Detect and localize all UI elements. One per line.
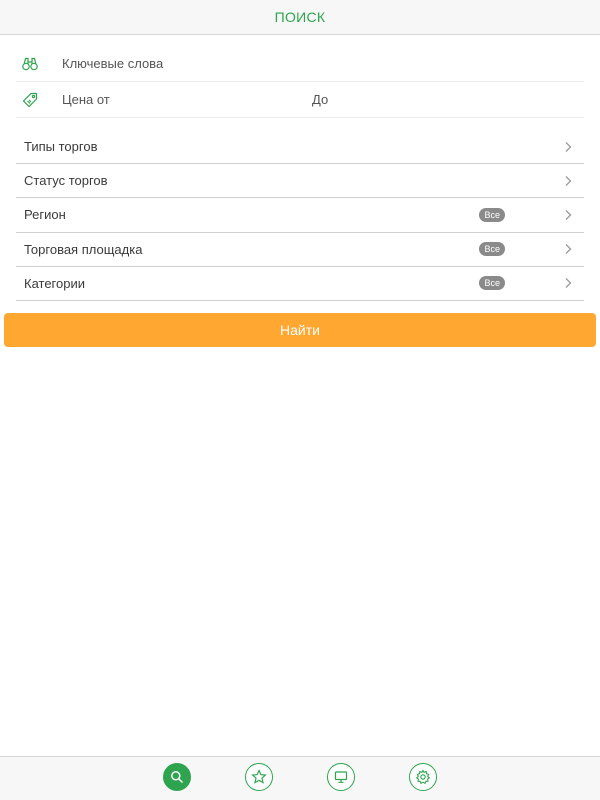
filter-list: Типы торгов Статус торгов Регион Все Тор… [16, 130, 584, 301]
chevron-right-icon [565, 244, 572, 255]
filter-categories[interactable]: Категории Все [16, 267, 584, 301]
top-bar: ПОИСК [0, 0, 600, 35]
price-row [16, 82, 584, 118]
gear-icon [415, 769, 431, 785]
filter-badge: Все [479, 276, 505, 291]
binoculars-icon [16, 54, 46, 74]
search-form [16, 46, 584, 118]
filter-trading-platform[interactable]: Торговая площадка Все [16, 233, 584, 267]
star-icon [251, 769, 267, 784]
filter-label: Категории [24, 275, 85, 291]
filter-label: Статус торгов [24, 173, 108, 189]
chevron-right-icon [565, 141, 572, 152]
filter-badge: Все [479, 242, 505, 257]
bottom-tab-bar [0, 756, 600, 800]
price-to-input[interactable] [312, 84, 552, 115]
keywords-input[interactable] [62, 48, 562, 79]
filter-label: Типы торгов [24, 139, 98, 155]
filter-label: Регион [24, 207, 66, 223]
filter-trade-status[interactable]: Статус торгов [16, 164, 584, 199]
chevron-right-icon [565, 175, 572, 186]
find-button[interactable]: Найти [4, 313, 596, 347]
filter-region[interactable]: Регион Все [16, 198, 584, 233]
tab-monitor[interactable] [327, 763, 355, 791]
tab-favorites[interactable] [245, 763, 273, 791]
filter-badge: Все [479, 207, 505, 222]
monitor-icon [334, 771, 348, 783]
price-tag-icon [16, 90, 46, 110]
keywords-row [16, 46, 584, 82]
filter-label: Торговая площадка [24, 241, 143, 257]
page-title: ПОИСК [274, 9, 326, 25]
tab-settings[interactable] [409, 763, 437, 791]
tab-search[interactable] [163, 763, 191, 791]
search-icon [171, 771, 184, 784]
price-from-input[interactable] [62, 84, 302, 115]
filter-trade-types[interactable]: Типы торгов [16, 130, 584, 165]
chevron-right-icon [565, 278, 572, 289]
chevron-right-icon [565, 210, 572, 220]
